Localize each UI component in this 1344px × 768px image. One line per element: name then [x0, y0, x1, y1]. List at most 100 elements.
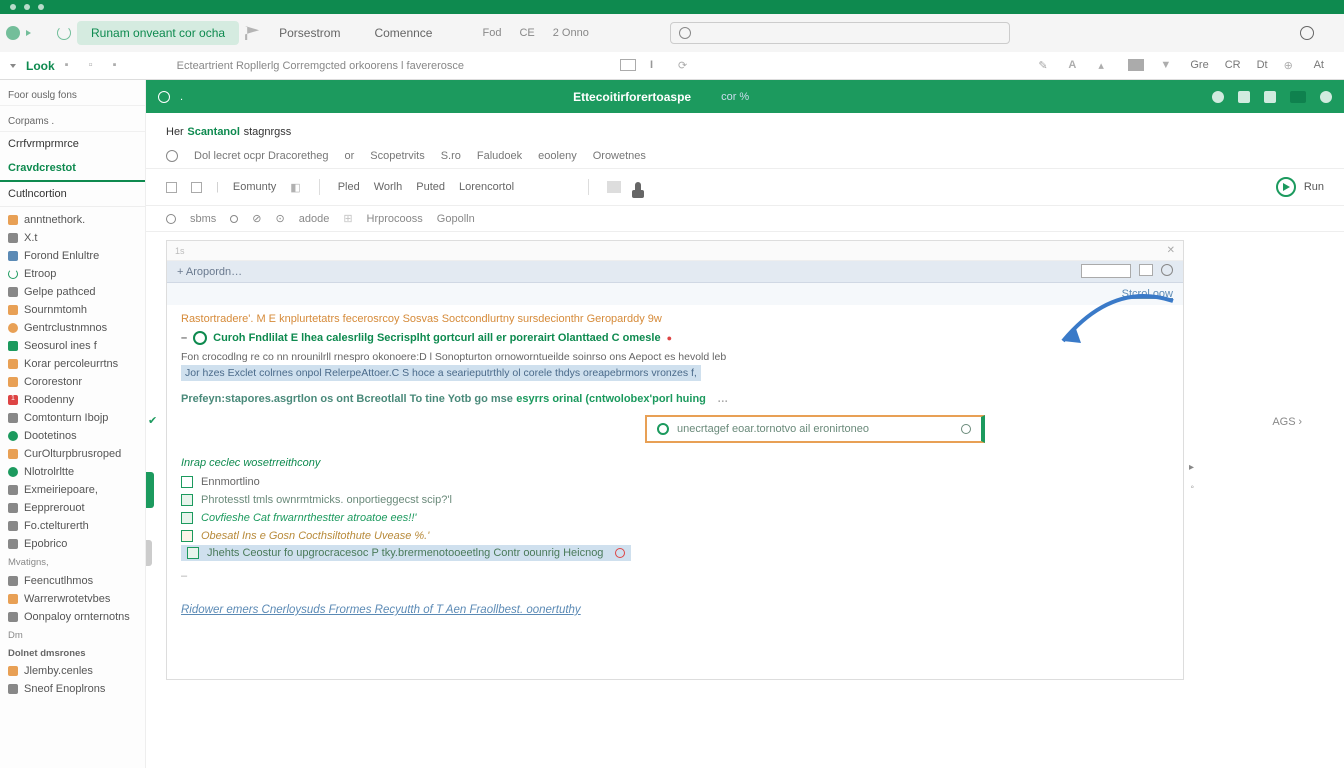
- sidebar-tab-active[interactable]: Cravdcrestot: [0, 156, 145, 182]
- ring-icon[interactable]: [166, 214, 176, 224]
- ribbon-icon[interactable]: ⟳: [678, 59, 692, 73]
- sidebar-item[interactable]: Epobrico: [0, 535, 145, 553]
- toolbar-icon[interactable]: ◧: [290, 181, 300, 194]
- sidebar-item[interactable]: Warrerwrotetvbes: [0, 590, 145, 608]
- expand-row[interactable]: + Aropordn…: [167, 261, 1183, 283]
- close-icon[interactable]: ✕: [1167, 245, 1175, 256]
- toolbar-icon[interactable]: [607, 181, 621, 193]
- subtool-item[interactable]: adode: [299, 213, 330, 225]
- subtool-item[interactable]: Gopolln: [437, 213, 475, 225]
- header-icon[interactable]: [1212, 91, 1224, 103]
- ribbon-label[interactable]: At: [1314, 59, 1324, 73]
- run-button[interactable]: [1276, 177, 1296, 197]
- ribbon-label[interactable]: Gre: [1190, 59, 1208, 73]
- sidebar-item[interactable]: Dootetinos: [0, 427, 145, 445]
- header-icon[interactable]: [1264, 91, 1276, 103]
- sidebar-item[interactable]: Korar percoleurrtns: [0, 355, 145, 373]
- tab-item[interactable]: Porsestrom: [265, 21, 354, 45]
- checkbox[interactable]: [191, 182, 202, 193]
- sidebar-item[interactable]: Gentrclustnmnos: [0, 319, 145, 337]
- ribbon-look[interactable]: Look: [26, 59, 55, 73]
- sidebar-item[interactable]: X.t: [0, 229, 145, 247]
- subtab[interactable]: Dol lecret ocpr Dracoretheg: [194, 150, 329, 162]
- sidebar-item[interactable]: Forond Enlultre: [0, 247, 145, 265]
- ribbon-icon[interactable]: ▫: [89, 59, 103, 73]
- menu-icon[interactable]: [26, 30, 31, 36]
- sidebar-item[interactable]: Jlemby.cenles: [0, 662, 145, 680]
- toolbar-item[interactable]: Pled: [338, 181, 360, 193]
- subtool-icon[interactable]: ⊙: [276, 212, 285, 225]
- subtab[interactable]: Orowetnes: [593, 150, 646, 162]
- subtab[interactable]: or: [345, 150, 355, 162]
- bold-icon[interactable]: I: [650, 59, 664, 73]
- toolbar-item[interactable]: Puted: [416, 181, 445, 193]
- checkbox-icon[interactable]: [181, 494, 193, 506]
- ribbon-label[interactable]: Dt: [1257, 59, 1268, 73]
- sidebar-item[interactable]: Exmeiriepoare,: [0, 481, 145, 499]
- tab-main[interactable]: Runam onveant cor ocha: [77, 21, 239, 45]
- checklist-item[interactable]: Covfieshe Cat frwarnrthestter atroatoe e…: [181, 509, 1169, 527]
- checkbox-icon[interactable]: [181, 530, 193, 542]
- bottom-link[interactable]: Ridower emers Cnerloysuds Frormes Recyut…: [181, 590, 1169, 620]
- subtab[interactable]: Scopetrvits: [370, 150, 424, 162]
- sidebar-tab[interactable]: Cutlncortion: [0, 182, 145, 207]
- ribbon-icon[interactable]: ▪: [113, 59, 127, 73]
- ribbon-label[interactable]: CR: [1225, 59, 1241, 73]
- pen-icon[interactable]: ✎: [1038, 59, 1052, 73]
- checkbox-icon[interactable]: [181, 476, 193, 488]
- sidebar-tab[interactable]: Crrfvrmprmrce: [0, 132, 145, 156]
- header-icon[interactable]: [1238, 91, 1250, 103]
- sidebar-item[interactable]: Gelpe pathced: [0, 283, 145, 301]
- subtool-icon[interactable]: ⊘: [252, 212, 261, 225]
- ring-icon[interactable]: [230, 215, 238, 223]
- checkbox-icon[interactable]: [181, 512, 193, 524]
- gutter-marker[interactable]: [146, 472, 154, 508]
- checkbox[interactable]: [166, 182, 177, 193]
- sidebar-item[interactable]: Comtonturn Ibojp: [0, 409, 145, 427]
- sidebar-item[interactable]: Seosurol ines f: [0, 337, 145, 355]
- header-icon[interactable]: [1290, 91, 1306, 103]
- home-icon[interactable]: [37, 26, 51, 40]
- sidebar-item[interactable]: anntnethork.: [0, 211, 145, 229]
- caret-icon[interactable]: [10, 64, 16, 68]
- sidebar-item[interactable]: Eepprerouot: [0, 499, 145, 517]
- sidebar-item[interactable]: Sournmtomh: [0, 301, 145, 319]
- refresh-icon[interactable]: [57, 26, 71, 40]
- sidebar-item[interactable]: CurOlturpbrusroped: [0, 445, 145, 463]
- search-icon[interactable]: [158, 91, 170, 103]
- header-icon[interactable]: [1320, 91, 1332, 103]
- ribbon-icon[interactable]: ▴: [1098, 59, 1112, 73]
- subtool-icon[interactable]: ⊞: [343, 212, 352, 225]
- toolbar-item[interactable]: Eomunty: [233, 181, 276, 193]
- ellipsis-icon[interactable]: …: [717, 393, 728, 405]
- toolbar-item[interactable]: Worlh: [374, 181, 403, 193]
- toolbar-item[interactable]: Lorencortol: [459, 181, 514, 193]
- search-icon[interactable]: [1300, 26, 1314, 40]
- checklist-item[interactable]: Phrotesstl tmls ownrmtmicks. onportiegge…: [181, 491, 1169, 509]
- sidebar-item[interactable]: Sneof Enoplrons: [0, 680, 145, 698]
- sidebar-item[interactable]: Oonpaloy ornternotns: [0, 608, 145, 626]
- checkbox-icon[interactable]: [187, 547, 199, 559]
- global-search-input[interactable]: [670, 22, 1010, 44]
- gutter-marker[interactable]: [146, 540, 152, 566]
- highlighted-callout[interactable]: unecrtagef eoar.tornotvo ail eronirtoneo: [645, 415, 985, 443]
- sidebar-item[interactable]: Nlotrolrltte: [0, 463, 145, 481]
- highlighted-text[interactable]: Jor hzes Exclet colrnes onpol RelerpeAtt…: [181, 365, 701, 381]
- subtab[interactable]: eooleny: [538, 150, 577, 162]
- sidebar-item[interactable]: Feencutlhmos: [0, 572, 145, 590]
- subtab[interactable]: Faludoek: [477, 150, 522, 162]
- subtool-item[interactable]: sbms: [190, 213, 216, 225]
- subtool-item[interactable]: Hrprocooss: [367, 213, 423, 225]
- sidebar-item[interactable]: Etroop: [0, 265, 145, 283]
- chevron-icon[interactable]: ›: [1298, 416, 1302, 428]
- filter-icon[interactable]: ▼: [1160, 59, 1174, 73]
- text-icon[interactable]: A: [1068, 59, 1082, 73]
- sidebar-item[interactable]: Cororestonr: [0, 373, 145, 391]
- sidebar-item[interactable]: Fo.ctelturerth: [0, 517, 145, 535]
- checklist-item[interactable]: Obesatl Ins e Gosn Cocthsiltothute Uveas…: [181, 527, 1169, 545]
- key-icon[interactable]: [635, 182, 641, 192]
- sidebar-item[interactable]: 1Roodenny: [0, 391, 145, 409]
- ribbon-icon[interactable]: ▪: [65, 59, 79, 73]
- checklist-item[interactable]: Ennmortlino: [181, 473, 1169, 491]
- checklist-item-highlighted[interactable]: Jhehts Ceostur fo upgrocracesoc P tky.br…: [181, 545, 631, 561]
